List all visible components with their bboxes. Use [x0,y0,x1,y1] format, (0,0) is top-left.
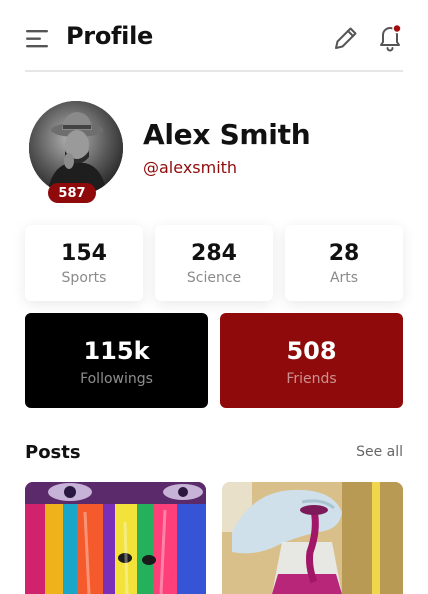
profile-screen: Profile 587 Alex Smith @alexsmith 154 Sp… [0,0,428,594]
stat-card-science[interactable]: 284 Science [155,225,273,301]
stat-value: 28 [328,241,360,266]
menu-icon[interactable] [26,30,50,48]
user-handle[interactable]: @alexsmith [143,158,237,177]
post-thumbnail-lab[interactable] [222,482,403,594]
stat-value: 284 [191,241,237,266]
top-bar: Profile [0,0,428,72]
user-name: Alex Smith [143,118,311,151]
posts-heading: Posts [25,442,81,463]
edit-icon[interactable] [332,24,360,52]
stat-label: Arts [329,270,359,286]
post-thumbnail-painting[interactable] [25,482,206,594]
bell-icon[interactable] [376,22,404,52]
stat-card-sports[interactable]: 154 Sports [25,225,143,301]
followings-count: 115k [83,337,150,365]
see-all-link[interactable]: See all [356,444,403,460]
page-title: Profile [66,22,153,50]
friends-card[interactable]: 508 Friends [220,313,403,408]
avatar[interactable] [29,101,123,195]
stat-value: 154 [61,241,107,266]
stat-label: Science [186,270,242,286]
friends-label: Friends [286,371,337,387]
score-badge: 587 [48,183,96,203]
friends-count: 508 [286,337,337,365]
followings-card[interactable]: 115k Followings [25,313,208,408]
followings-label: Followings [80,371,153,387]
notification-dot [392,23,402,34]
stat-card-arts[interactable]: 28 Arts [285,225,403,301]
stat-label: Sports [61,270,107,286]
header-divider [25,70,403,72]
